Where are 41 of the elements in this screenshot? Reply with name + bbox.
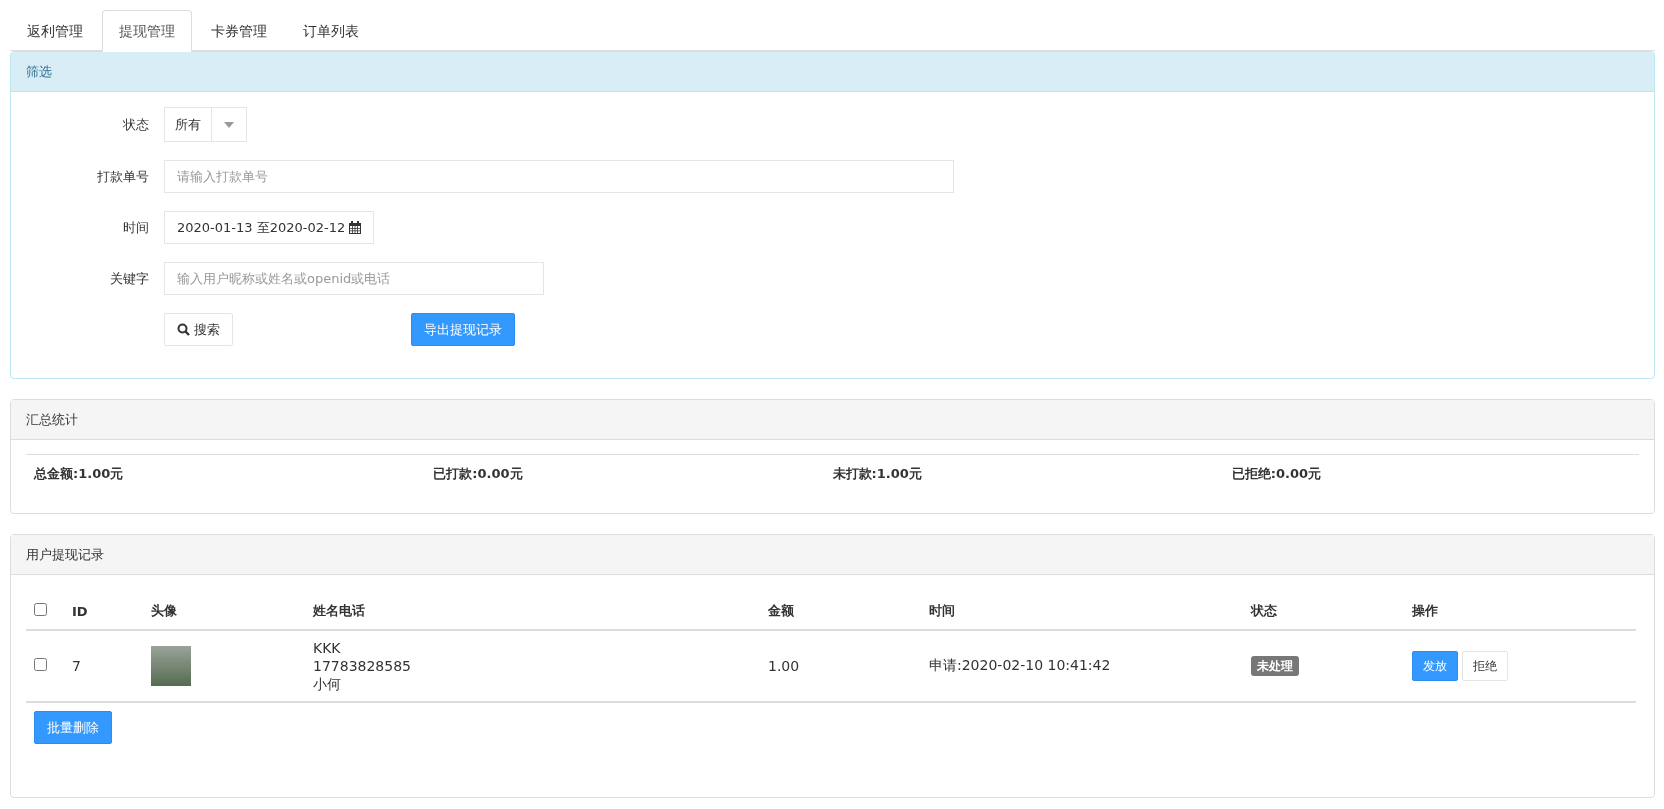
column-header: 姓名电话 — [313, 603, 365, 618]
table-cell: 申请:2020-02-10 10:41:42 — [929, 657, 1111, 673]
status-badge: 未处理 — [1251, 656, 1299, 676]
reject-button[interactable]: 拒绝 — [1462, 651, 1508, 681]
summary-stat: 未打款:1.00元 — [832, 466, 922, 481]
column-header: 状态 — [1251, 603, 1277, 618]
table-cell-text: 小何 — [313, 675, 342, 693]
field-label: 状态 — [122, 115, 149, 134]
field-label: 关键字 — [109, 269, 149, 288]
column-header: 时间 — [929, 603, 955, 618]
select-all-checkbox[interactable] — [34, 603, 47, 616]
search-icon — [177, 323, 190, 336]
column-header: 金额 — [768, 603, 794, 618]
column-header: 操作 — [1412, 603, 1438, 618]
tab[interactable]: 卡券管理 — [194, 10, 284, 52]
tab[interactable]: 提现管理 — [102, 10, 192, 52]
panel-title: 汇总统计 — [11, 400, 1654, 440]
photo-placeholder — [151, 646, 191, 686]
table-cell: 1.00 — [768, 658, 800, 674]
search-button[interactable]: 搜索 — [164, 313, 233, 346]
panel-title: 筛选 — [11, 52, 1654, 92]
date-range-field[interactable]: 2020-01-13 至2020-02-12 — [164, 211, 375, 244]
table-cell-text: 17783828585 — [313, 657, 412, 675]
table-cell: 7 — [72, 658, 81, 674]
summary-stat: 已打款:0.00元 — [433, 466, 523, 481]
status-select[interactable]: 所有 — [164, 107, 247, 142]
row-checkbox[interactable] — [34, 658, 47, 671]
column-header: 头像 — [151, 603, 177, 618]
summary-stat: 总金额:1.00元 — [34, 466, 124, 481]
input-field[interactable]: 请输入打款单号 — [164, 160, 954, 193]
summary-stat: 已拒绝:0.00元 — [1231, 466, 1322, 481]
column-header: ID — [72, 603, 88, 619]
table-cell-text: KKK — [313, 639, 342, 657]
field-label: 打款单号 — [96, 167, 149, 186]
panel-title: 用户提现记录 — [11, 535, 1654, 575]
tab[interactable]: 返利管理 — [10, 10, 100, 52]
calendar-icon — [349, 221, 362, 234]
caret-icon — [224, 121, 234, 128]
tab[interactable]: 订单列表 — [286, 10, 376, 52]
field-label: 时间 — [122, 218, 149, 237]
input-field[interactable]: 输入用户昵称或姓名或openid或电话 — [164, 262, 544, 295]
